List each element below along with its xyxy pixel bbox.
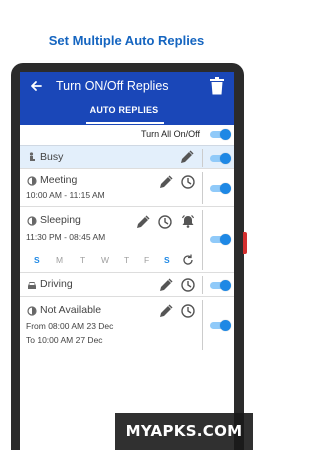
toggle-all-switch[interactable] (210, 129, 231, 140)
clock-icon[interactable] (158, 215, 172, 229)
edit-icon[interactable] (159, 175, 173, 189)
weekday-selector: S M T W T F S (20, 254, 200, 267)
watermark-text: MYAPKS.COM (125, 422, 243, 440)
reply-title: Driving (40, 278, 73, 290)
day-thu[interactable]: T (124, 255, 129, 265)
clock-icon[interactable] (181, 278, 195, 292)
edit-icon[interactable] (159, 278, 173, 292)
reply-time: 10:00 AM - 11:15 AM (26, 190, 105, 200)
watermark-banner: MYAPKS.COM (115, 413, 253, 450)
trash-icon[interactable] (210, 77, 224, 95)
day-tue[interactable]: T (80, 255, 85, 265)
promo-title: Set Multiple Auto Replies (48, 33, 205, 48)
car-icon (28, 282, 36, 289)
reply-row-driving[interactable]: Driving (20, 273, 234, 297)
reply-switch[interactable] (210, 153, 231, 164)
reply-title: Meeting (40, 174, 78, 186)
day-wed[interactable]: W (101, 255, 109, 265)
app-bar: Turn ON/Off Replies (20, 72, 234, 102)
reply-switch[interactable] (210, 183, 231, 194)
day-mon[interactable]: M (56, 255, 63, 265)
edit-icon[interactable] (136, 215, 150, 229)
status-circle-icon (27, 306, 37, 316)
app-screen: Turn ON/Off Replies AUTO REPLIES Turn Al… (20, 72, 234, 450)
status-circle-icon (27, 176, 37, 186)
busy-person-icon (29, 152, 35, 161)
reply-from: From 08:00 AM 23 Dec (26, 321, 114, 331)
toggle-all-row: Turn All On/Off (20, 125, 234, 145)
edit-icon[interactable] (180, 150, 194, 164)
alarm-bell-icon[interactable] (181, 214, 195, 228)
day-sun[interactable]: S (34, 255, 40, 265)
status-circle-icon (27, 216, 37, 226)
clock-icon[interactable] (181, 175, 195, 189)
reply-time: 11:30 PM - 08:45 AM (26, 232, 106, 242)
repeat-icon[interactable] (182, 254, 194, 266)
toggle-all-label: Turn All On/Off (140, 129, 200, 139)
clock-icon[interactable] (181, 304, 195, 318)
edit-icon[interactable] (159, 304, 173, 318)
reply-switch[interactable] (210, 320, 231, 331)
reply-title: Not Available (40, 304, 102, 316)
app-bar-title: Turn ON/Off Replies (56, 79, 169, 93)
tab-bar: AUTO REPLIES (20, 102, 234, 125)
tab-auto-replies[interactable]: AUTO REPLIES (84, 105, 164, 115)
reply-title: Sleeping (40, 214, 81, 226)
reply-row-not-available[interactable]: Not Available From 08:00 AM 23 Dec To 10… (20, 297, 234, 353)
reply-row-sleeping[interactable]: Sleeping 11:30 PM - 08:45 AM S M T W T F… (20, 207, 234, 273)
reply-title: Busy (40, 151, 64, 163)
back-arrow-icon[interactable] (28, 78, 44, 94)
reply-row-busy[interactable]: Busy (20, 145, 234, 169)
reply-row-meeting[interactable]: Meeting 10:00 AM - 11:15 AM (20, 169, 234, 207)
reply-switch[interactable] (210, 280, 231, 291)
day-sat[interactable]: S (164, 255, 170, 265)
reply-switch[interactable] (210, 234, 231, 245)
reply-to: To 10:00 AM 27 Dec (26, 335, 103, 345)
day-fri[interactable]: F (144, 255, 149, 265)
tab-indicator (86, 122, 164, 124)
phone-side-button (243, 232, 247, 254)
